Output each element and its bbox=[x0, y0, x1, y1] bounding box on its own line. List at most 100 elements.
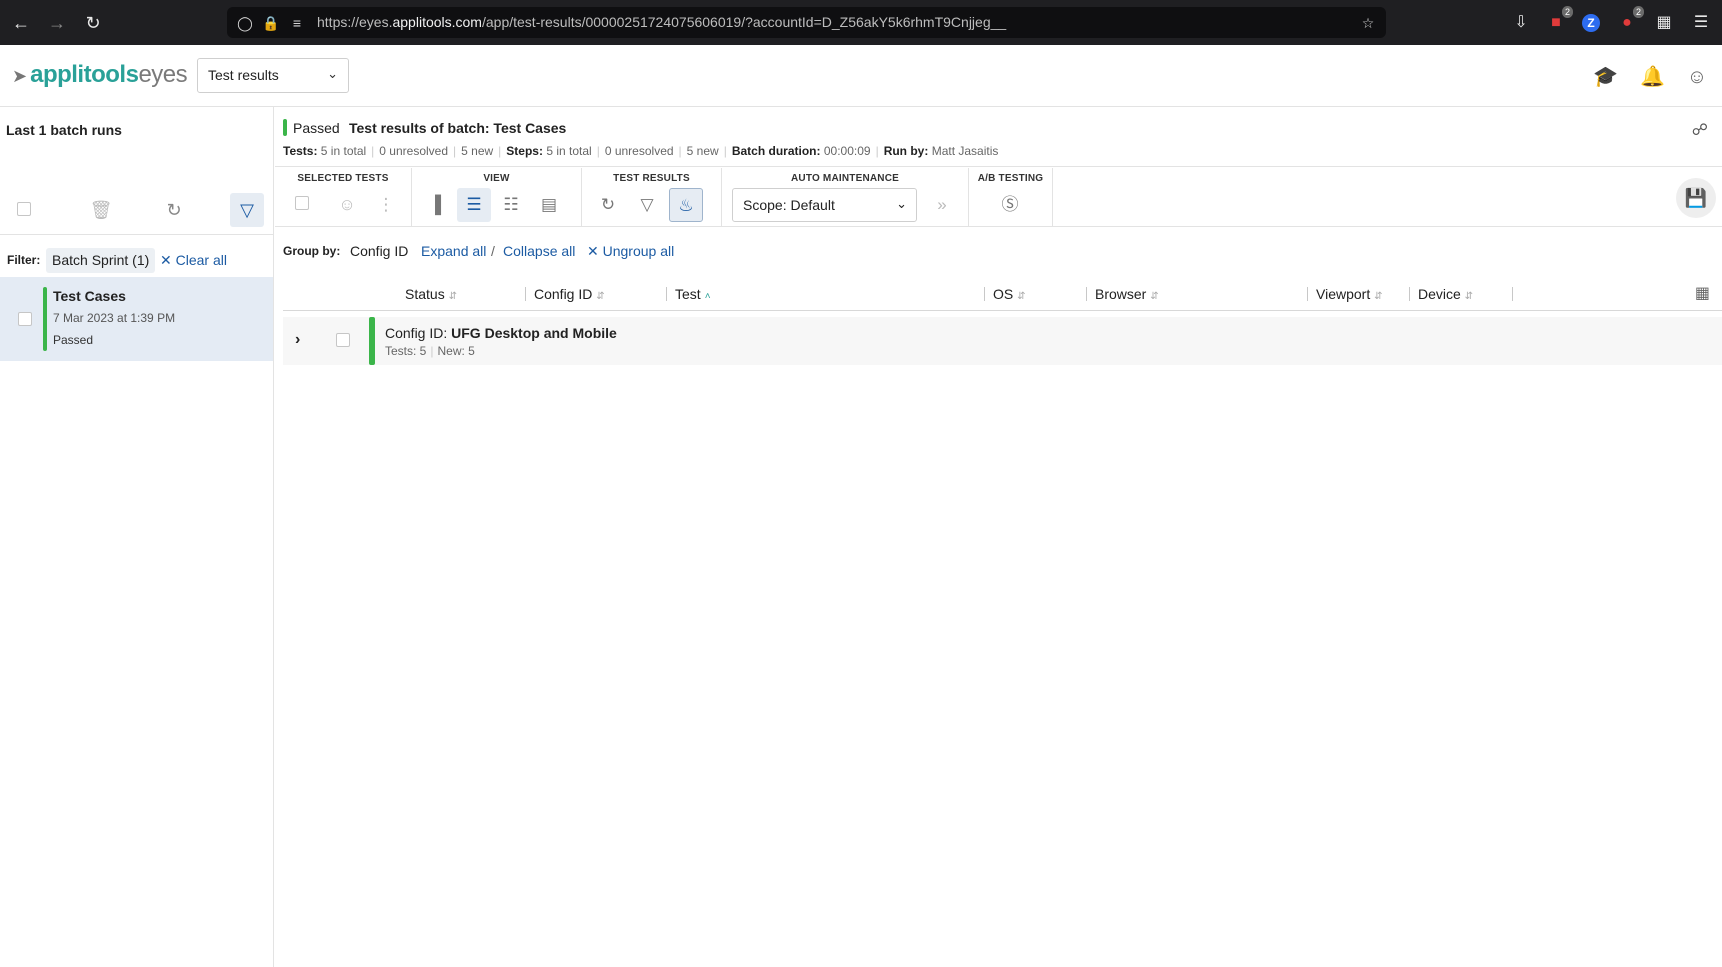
column-device[interactable]: Device ⇵ bbox=[1418, 286, 1473, 302]
filter-icon[interactable]: ▽ bbox=[230, 193, 264, 227]
user-menu-icon[interactable]: ☺ bbox=[1685, 65, 1709, 89]
config-group-row[interactable]: › Config ID: UFG Desktop and Mobile Test… bbox=[283, 317, 1722, 365]
column-label: Browser bbox=[1095, 286, 1147, 302]
group-by-label: Group by: bbox=[283, 244, 341, 258]
ab-testing-group: A/B TESTING Ⓢ bbox=[969, 168, 1053, 227]
extension-badge: 2 bbox=[1561, 6, 1573, 18]
shield-icon[interactable]: ◯ bbox=[235, 13, 255, 33]
clear-all-link[interactable]: ✕ Clear all bbox=[160, 252, 227, 269]
reload-icon[interactable]: ↻ bbox=[82, 12, 104, 34]
refresh-results-icon[interactable]: ↻ bbox=[591, 188, 625, 222]
ab-testing-icon[interactable]: Ⓢ bbox=[993, 188, 1027, 222]
url-text[interactable]: https://eyes.applitools.com/app/test-res… bbox=[317, 14, 1006, 30]
ungroup-all-link[interactable]: ✕ Ungroup all bbox=[587, 243, 674, 260]
checkbox[interactable] bbox=[295, 196, 309, 210]
main-panel: Passed Test results of batch: Test Cases… bbox=[275, 107, 1722, 967]
column-viewport[interactable]: Viewport ⇵ bbox=[1316, 286, 1383, 302]
browser-menu-icon[interactable]: ☰ bbox=[1690, 12, 1712, 34]
status-bar bbox=[283, 119, 287, 136]
batch-checkbox[interactable] bbox=[18, 312, 32, 326]
batch-status: Passed bbox=[53, 333, 94, 347]
sidebar-title: Last 1 batch runs bbox=[6, 122, 122, 138]
chevron-down-icon: ⌄ bbox=[896, 196, 907, 211]
scope-select[interactable]: Scope: Default ⌄ bbox=[732, 188, 917, 222]
url-prefix: https://eyes. bbox=[317, 14, 393, 30]
lock-icon[interactable]: 🔒 bbox=[261, 13, 281, 33]
batch-header: Passed Test results of batch: Test Cases… bbox=[275, 107, 1722, 167]
page-selector[interactable]: Test results ⌄ bbox=[197, 58, 349, 93]
url-domain: applitools.com bbox=[392, 14, 482, 30]
collapse-all-link[interactable]: Collapse all bbox=[503, 243, 575, 259]
column-divider bbox=[1512, 287, 1513, 301]
group-by-value: Config ID bbox=[350, 243, 409, 259]
group-results-icon[interactable]: ♨ bbox=[669, 188, 703, 222]
column-divider bbox=[525, 287, 526, 301]
extension-record-icon[interactable]: ● 2 bbox=[1616, 6, 1644, 34]
auto-maintenance-group: AUTO MAINTENANCE Scope: Default ⌄ » bbox=[722, 168, 969, 227]
group-checkbox[interactable] bbox=[336, 333, 350, 347]
share-icon[interactable]: ☍ bbox=[1692, 120, 1708, 140]
batch-list-item[interactable]: Test Cases 7 Mar 2023 at 1:39 PM Passed bbox=[0, 277, 273, 361]
assign-user-icon[interactable]: ☺ bbox=[330, 188, 364, 222]
extension-shield-icon[interactable]: ■ 2 bbox=[1545, 6, 1573, 34]
column-label: Status bbox=[405, 286, 445, 302]
filter-results-icon[interactable]: ▽ bbox=[630, 188, 664, 222]
forward-icon[interactable]: → bbox=[46, 12, 68, 34]
view-group: VIEW ▐ ☰ ☷ ▤ bbox=[412, 168, 582, 227]
app-header: ➤ applitoolseyes Test results ⌄ 🎓 🔔 ☺ bbox=[0, 45, 1722, 107]
graduation-cap-icon[interactable]: 🎓 bbox=[1593, 65, 1618, 89]
grid-view-icon[interactable]: ☷ bbox=[494, 188, 528, 222]
logo-sub-text: eyes bbox=[138, 61, 188, 88]
more-options-icon[interactable]: ⋮ bbox=[369, 188, 403, 222]
column-test[interactable]: Test ˄ bbox=[675, 286, 711, 302]
page-selector-value: Test results bbox=[208, 67, 279, 83]
steps-total: 5 in total bbox=[546, 144, 592, 158]
sidebar-toolbar: 🗑 ↻ ▽ bbox=[0, 183, 274, 235]
column-settings-icon[interactable]: ▦ bbox=[1695, 283, 1710, 303]
sort-icon: ⇵ bbox=[1017, 291, 1026, 302]
select-all-batches-checkbox[interactable] bbox=[7, 193, 41, 227]
batch-meta: Tests: 5 in total | 0 unresolved | 5 new | Ste… bbox=[283, 144, 999, 158]
checkbox[interactable] bbox=[17, 202, 31, 216]
apply-maintenance-icon[interactable]: » bbox=[925, 188, 959, 222]
details-view-icon[interactable]: ▤ bbox=[532, 188, 566, 222]
group-summary: Tests: 5 | New: 5 bbox=[385, 344, 475, 358]
applitools-logo[interactable]: ➤ applitoolseyes bbox=[12, 61, 188, 89]
filter-chip[interactable]: Batch Sprint (1) bbox=[46, 248, 156, 273]
column-os[interactable]: OS ⇵ bbox=[993, 286, 1026, 302]
column-browser[interactable]: Browser ⇵ bbox=[1095, 286, 1159, 302]
bar-chart-view-icon[interactable]: ▐ bbox=[418, 188, 452, 222]
column-label: Config ID bbox=[534, 286, 593, 302]
scope-value: Scope: Default bbox=[743, 197, 835, 213]
batch-status: Passed bbox=[293, 120, 340, 136]
trash-icon[interactable]: 🗑 bbox=[84, 193, 118, 227]
bookmark-star-icon[interactable]: ☆ bbox=[1358, 13, 1378, 33]
runby-value: Matt Jasaitis bbox=[931, 144, 999, 158]
extension-z-icon[interactable]: Z bbox=[1580, 12, 1602, 34]
sort-icon: ⇵ bbox=[1464, 291, 1474, 302]
save-icon[interactable]: 💾 bbox=[1676, 178, 1716, 218]
column-divider bbox=[1086, 287, 1087, 301]
select-tests-checkbox[interactable] bbox=[285, 188, 319, 222]
steps-new: 5 new bbox=[686, 144, 719, 158]
column-divider bbox=[984, 287, 985, 301]
column-status[interactable]: Status ⇵ bbox=[405, 286, 457, 302]
download-icon[interactable]: ⇩ bbox=[1510, 12, 1532, 34]
chevron-down-icon: ⌄ bbox=[327, 66, 338, 81]
column-label: OS bbox=[993, 286, 1014, 302]
expand-all-link[interactable]: Expand all bbox=[421, 243, 486, 259]
url-path: /app/test-results/00000251724075606019/?… bbox=[481, 14, 1007, 30]
back-icon[interactable]: ← bbox=[10, 12, 32, 34]
refresh-icon[interactable]: ↻ bbox=[157, 193, 191, 227]
column-config-id[interactable]: Config ID ⇵ bbox=[534, 286, 605, 302]
permissions-icon[interactable]: ≡ bbox=[287, 13, 307, 33]
batch-date: 7 Mar 2023 at 1:39 PM bbox=[53, 311, 176, 325]
chevron-right-icon[interactable]: › bbox=[295, 331, 300, 349]
status-bar bbox=[369, 317, 375, 365]
steps-unresolved: 0 unresolved bbox=[604, 144, 674, 158]
extensions-puzzle-icon[interactable]: ▦ bbox=[1653, 12, 1675, 34]
address-bar[interactable]: ◯ 🔒 ≡ https://eyes.applitools.com/app/te… bbox=[227, 7, 1386, 38]
group-label: A/B TESTING bbox=[977, 173, 1044, 184]
list-view-icon[interactable]: ☰ bbox=[457, 188, 491, 222]
bell-icon[interactable]: 🔔 bbox=[1640, 65, 1665, 89]
